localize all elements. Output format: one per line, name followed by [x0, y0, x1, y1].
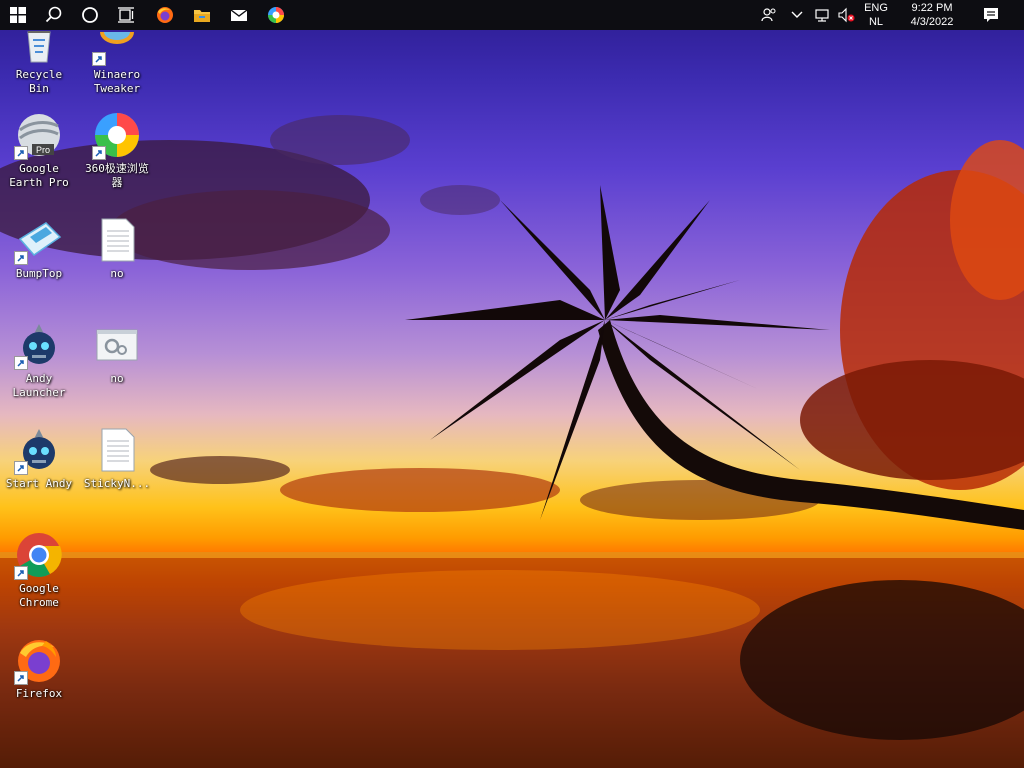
chevron-up-icon — [791, 11, 803, 18]
desktop-icon-label: no — [110, 372, 124, 385]
desktop-icon-no-text-file[interactable]: no — [78, 217, 156, 281]
desktop-icon-google-chrome[interactable]: Google Chrome — [0, 532, 78, 610]
desktop-icon-label: Winaero Tweaker — [93, 68, 141, 95]
file-explorer-taskbar-button[interactable] — [187, 0, 217, 30]
shortcut-arrow-icon — [14, 671, 28, 685]
desktop-icon-sticky-notes-file[interactable]: StickyN... — [78, 427, 156, 491]
network-icon — [815, 9, 829, 22]
clock-time: 9:22 PM — [911, 2, 953, 14]
show-hidden-icons-button[interactable] — [788, 0, 806, 30]
bumptop-icon — [14, 217, 62, 265]
action-center-button[interactable] — [978, 0, 1004, 30]
winaero-tweaker-icon — [92, 18, 140, 66]
browser-360-taskbar-button[interactable] — [261, 0, 291, 30]
notification-icon — [984, 8, 998, 22]
network-button[interactable] — [811, 0, 833, 30]
input-language-indicator[interactable]: ENG NL — [862, 1, 890, 29]
mail-icon — [230, 9, 248, 21]
desktop-icon-andy-launcher[interactable]: Andy Launcher — [0, 322, 78, 400]
text-document-icon — [94, 217, 140, 263]
firefox-icon — [14, 637, 62, 685]
clock-date: 4/3/2022 — [910, 16, 954, 28]
google-earth-pro-icon: Pro — [14, 112, 62, 160]
folder-icon — [194, 10, 210, 22]
chrome-icon — [14, 532, 62, 580]
desktop-icon-360-browser[interactable]: 360极速浏览 器 — [78, 112, 156, 190]
desktop-icon-winaero-tweaker[interactable]: Winaero Tweaker — [78, 18, 156, 96]
people-icon — [761, 8, 776, 22]
shortcut-arrow-icon — [14, 461, 28, 475]
desktop-icon-start-andy[interactable]: Start Andy — [0, 427, 78, 491]
desktop-icon-label: Firefox — [15, 687, 63, 700]
svg-text:Pro: Pro — [36, 145, 50, 155]
desktop-icon-label: Start Andy — [5, 477, 73, 490]
people-button[interactable] — [758, 0, 780, 30]
language-code: ENG — [864, 2, 888, 14]
shortcut-arrow-icon — [14, 566, 28, 580]
desktop-icon-firefox[interactable]: Firefox — [0, 637, 78, 701]
browser-360-icon — [92, 112, 140, 160]
shortcut-arrow-icon — [14, 356, 28, 370]
clock[interactable]: 9:22 PM 4/3/2022 — [896, 1, 968, 29]
shortcut-arrow-icon — [14, 146, 28, 160]
desktop-icon-label: 360极速浏览 器 — [85, 162, 149, 189]
volume-button[interactable] — [835, 0, 857, 30]
desktop-icon-google-earth-pro[interactable]: Pro Google Earth Pro — [0, 112, 78, 190]
keyboard-layout: NL — [868, 16, 884, 28]
recycle-bin-icon — [16, 18, 62, 64]
desktop-icon-label: Recycle Bin — [15, 68, 63, 95]
desktop-icon-label: no — [110, 267, 124, 280]
firefox-icon — [157, 7, 173, 23]
shortcut-arrow-icon — [92, 146, 106, 160]
desktop-icon-bumptop[interactable]: BumpTop — [0, 217, 78, 281]
andy-launcher-icon — [14, 322, 62, 370]
settings-file-icon — [94, 322, 140, 368]
desktop-icon-recycle-bin[interactable]: Recycle Bin — [0, 18, 78, 96]
browser-360-icon — [268, 7, 284, 23]
text-document-icon — [94, 427, 140, 473]
desktop-icon-no-config-file[interactable]: no — [78, 322, 156, 386]
shortcut-arrow-icon — [14, 251, 28, 265]
start-andy-icon — [14, 427, 62, 475]
desktop-icon-label: Google Earth Pro — [9, 162, 69, 189]
shortcut-arrow-icon — [92, 52, 106, 66]
desktop-icon-label: StickyN... — [83, 477, 151, 490]
desktop-icon-label: BumpTop — [15, 267, 63, 280]
volume-muted-icon — [838, 7, 855, 23]
mail-taskbar-button[interactable] — [224, 0, 254, 30]
desktop-icon-label: Google Chrome — [19, 582, 59, 609]
desktop-icon-label: Andy Launcher — [12, 372, 66, 399]
